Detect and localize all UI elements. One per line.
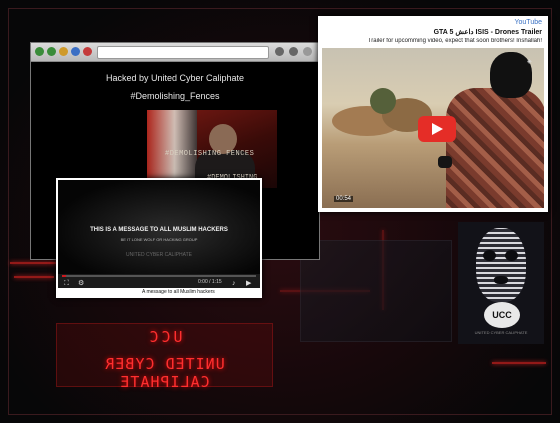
page-hashtag: #Demolishing_Fences — [130, 91, 220, 101]
youtube-source-label[interactable]: YouTube — [514, 19, 542, 26]
play-icon — [432, 123, 443, 135]
sign-full-name: UNITED CYBER CALIPHATE — [104, 355, 225, 391]
stop-icon[interactable] — [83, 47, 92, 56]
channel-logo-icon: ◈ — [527, 59, 532, 65]
rock-shape — [370, 88, 396, 114]
home-icon[interactable] — [71, 47, 80, 56]
youtube-card: YouTube GTA 5 داعش ISIS - Drones Trailer… — [318, 16, 548, 212]
volume-icon[interactable]: ♪ — [232, 280, 236, 287]
fighter-body — [446, 88, 544, 208]
logo-subtext: UNITED CYBER CALIPHATE — [474, 330, 528, 335]
video-controls: ⛶ ⚙ ▶ ♪ 0:00 / 1:15 — [58, 274, 260, 288]
youtube-duration: 00:54 — [334, 196, 354, 202]
image-caption: #DEMOLISHING FENCES — [165, 150, 255, 158]
video-headline: THIS IS A MESSAGE TO ALL MUSLIM HACKERS — [90, 227, 228, 233]
background-panel — [300, 240, 452, 342]
ucc-mask-logo: UCC UNITED CYBER CALIPHATE — [458, 222, 544, 344]
browser-toolbar — [31, 43, 319, 62]
sign-acronym: UCC — [146, 328, 183, 346]
youtube-play-button[interactable] — [418, 116, 456, 142]
reload-icon[interactable] — [59, 47, 68, 56]
flag-graphic — [147, 110, 197, 188]
circuit-line — [492, 362, 546, 364]
mask-mouth — [494, 276, 508, 284]
mask-eye — [483, 250, 496, 261]
video-caption: A message to all Muslim hackers — [142, 289, 215, 295]
address-bar[interactable] — [97, 46, 269, 59]
page-header: Hacked by United Cyber Caliphate — [105, 73, 245, 83]
forward-icon[interactable] — [47, 47, 56, 56]
seek-progress — [62, 275, 66, 277]
video-screen[interactable]: THIS IS A MESSAGE TO ALL MUSLIM HACKERS … — [58, 180, 260, 274]
youtube-thumbnail[interactable]: 00:54 ◈ — [322, 48, 544, 208]
menu-icon[interactable] — [289, 47, 298, 56]
close-icon[interactable] — [303, 47, 312, 56]
mask-head — [476, 228, 526, 302]
ucc-sign: UCC UNITED CYBER CALIPHATE — [56, 323, 273, 391]
play-icon[interactable]: ▶ — [246, 280, 251, 287]
seek-bar[interactable] — [62, 275, 256, 277]
circuit-line — [14, 276, 54, 278]
mask-eye — [505, 250, 518, 261]
video-subline: BE IT LONE WOLF OR HACKING GROUP — [120, 237, 198, 242]
video-player: THIS IS A MESSAGE TO ALL MUSLIM HACKERS … — [56, 178, 262, 298]
fullscreen-icon[interactable]: ⛶ — [64, 280, 69, 287]
video-lower-line: UNITED CYBER CALIPHATE — [125, 252, 193, 258]
browser-hero-image: #DEMOLISHING FENCES #DEMOLISHING FENCES — [147, 110, 277, 188]
logo-badge: UCC — [484, 302, 520, 328]
fighter-head — [490, 52, 532, 98]
youtube-video-title[interactable]: GTA 5 داعش ISIS - Drones Trailer — [322, 28, 542, 36]
fighter-hand — [438, 156, 452, 168]
youtube-video-description: Trailer for upcomming video, expect that… — [367, 38, 542, 44]
backdrop-scene: Hacked by United Cyber Caliphate #Demoli… — [0, 0, 560, 423]
settings-icon[interactable]: ⚙ — [78, 280, 84, 287]
video-time: 0:00 / 1:15 — [198, 279, 222, 285]
back-icon[interactable] — [35, 47, 44, 56]
bookmark-icon[interactable] — [275, 47, 284, 56]
